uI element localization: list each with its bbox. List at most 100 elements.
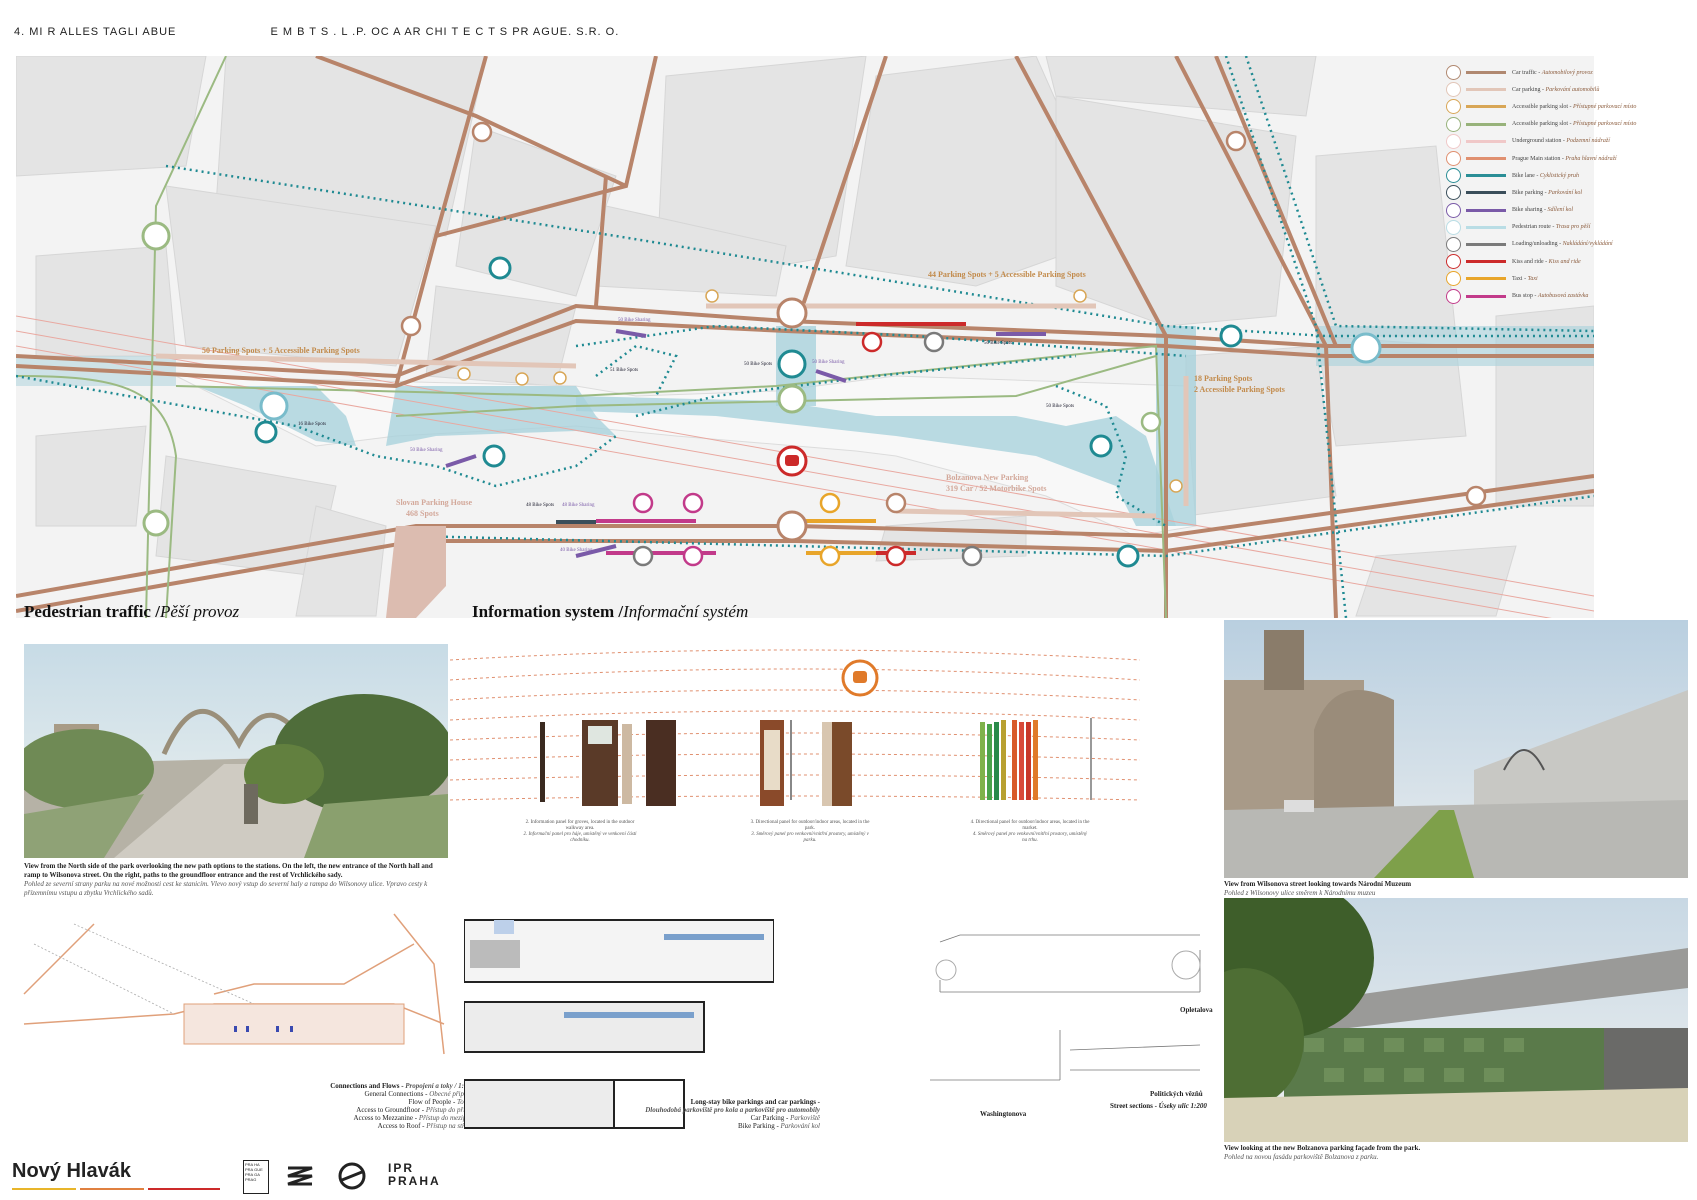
north-park-caption-cz: Pohled ze severní strany parku na nové m… bbox=[24, 880, 428, 897]
brand-line-red bbox=[148, 1188, 220, 1190]
taxi-icon bbox=[1446, 271, 1461, 287]
legend-row: Loading/unloading - Nakládání/vykládání bbox=[1446, 236, 1613, 253]
slovan-label-1: Slovan Parking House bbox=[396, 498, 473, 507]
connections-caption: Connections and Flows - Propojení a toky… bbox=[250, 1082, 478, 1130]
bolzanova-caption: View looking at the new Bolzanova parkin… bbox=[1224, 1144, 1688, 1162]
metro-icon bbox=[1446, 133, 1461, 149]
chevron-logo-icon bbox=[286, 1164, 314, 1188]
map-drawing bbox=[16, 56, 1594, 618]
legend-label: Car traffic - Automobilový provoz bbox=[1512, 69, 1593, 76]
kiss-ride-icon bbox=[1446, 254, 1461, 270]
plan-level-2 bbox=[463, 1001, 705, 1053]
legend-row: Taxi - Taxi bbox=[1446, 270, 1596, 287]
bolzanova-label-2: 319 Car / 52 Motorbike Spots bbox=[946, 484, 1047, 493]
bike-sharing-1: 50 Bike Sharing bbox=[618, 318, 651, 323]
brand-line-yellow bbox=[12, 1188, 76, 1190]
legend-label: Taxi - Taxi bbox=[1512, 275, 1538, 282]
slovan-label-2: 468 Spots bbox=[406, 509, 439, 518]
legend-row: Underground station - Podzemní nádraží bbox=[1446, 133, 1610, 150]
west-parking-label: 50 Parking Spots + 5 Accessible Parking … bbox=[202, 346, 360, 355]
legend-row: Pedestrian route - Trasa pro pěší bbox=[1446, 219, 1596, 236]
map-legend: Car traffic - Automobilový provoz Car par… bbox=[1446, 64, 1636, 305]
parking-icon bbox=[1446, 82, 1461, 98]
legend-swatch bbox=[1466, 225, 1506, 229]
header-left: 4. MI R ALLES TAGLI ABUE bbox=[14, 26, 177, 38]
legend-swatch bbox=[1466, 191, 1506, 195]
legend-row: Bike sharing - Sdílení kol bbox=[1446, 202, 1596, 219]
sign-caption-1: 2. Information panel for groves, located… bbox=[523, 820, 637, 843]
legend-swatch bbox=[1466, 139, 1506, 143]
bike-spots-16: 16 Bike Spots bbox=[298, 422, 327, 427]
bike-sharing-icon bbox=[1446, 202, 1461, 218]
connections-diagram bbox=[14, 904, 454, 1064]
header: 4. MI R ALLES TAGLI ABUE E M B T S . L .… bbox=[14, 26, 619, 38]
bike-sharing-2: 50 Bike Sharing bbox=[812, 360, 845, 365]
ipr-praha-logo: IPR PRAHA bbox=[388, 1161, 441, 1188]
legend-swatch bbox=[1466, 294, 1506, 298]
sign-group-1 bbox=[540, 720, 676, 806]
pedestrian-title-cz: Pěší provoz bbox=[159, 602, 240, 621]
connections-row: General Connections - Obecné připojení bbox=[364, 1090, 478, 1098]
bike-spots-51: 51 Bike Spots bbox=[610, 368, 639, 373]
parkings-caption: Long-stay bike parkings and car parkings… bbox=[645, 1098, 820, 1130]
train-icon bbox=[1446, 151, 1461, 167]
legend-swatch bbox=[1466, 208, 1506, 212]
legend-label: Car parking - Parkování automobilů bbox=[1512, 86, 1600, 93]
bus-icon bbox=[1446, 288, 1461, 304]
bike-spots-50b: 50 Bike Spots bbox=[1046, 404, 1075, 409]
wheelchair-icon bbox=[1446, 116, 1461, 132]
north-park-render bbox=[24, 644, 448, 858]
wilsonova-caption: View from Wilsonova street looking towar… bbox=[1224, 880, 1688, 898]
info-title-en: Information system / bbox=[472, 602, 624, 621]
bolzanova-caption-cz: Pohled na novou fasádu parkoviště Bolzan… bbox=[1224, 1153, 1379, 1161]
signage-drawing bbox=[449, 649, 1141, 806]
legend-swatch bbox=[1466, 157, 1506, 161]
wilsonova-caption-en: View from Wilsonova street looking towar… bbox=[1224, 880, 1412, 888]
bike-parking-icon bbox=[1446, 185, 1461, 201]
legend-label: Bike parking - Parkování kol bbox=[1512, 189, 1582, 196]
legend-label: Accessible parking slot - Přístupné park… bbox=[1512, 103, 1637, 110]
bolzanova-caption-en: View looking at the new Bolzanova parkin… bbox=[1224, 1144, 1421, 1152]
railway-logo-icon bbox=[338, 1162, 366, 1190]
bike-sharing-5: 40 Bike Sharing bbox=[560, 548, 593, 553]
brand-logo: Nový Hlavák bbox=[12, 1160, 131, 1182]
legend-swatch bbox=[1466, 71, 1506, 75]
info-section-title: Information system /Informační systém bbox=[472, 602, 748, 622]
bike-spots-48: 48 Bike Spots bbox=[526, 503, 555, 508]
pedestrian-title-en: Pedestrian traffic / bbox=[24, 602, 160, 621]
legend-row: Bus stop - Autobusová zastávka bbox=[1446, 287, 1596, 304]
connections-row: Access to Groundfloor - Přístup do příze… bbox=[356, 1106, 478, 1114]
wilsonova-render bbox=[1224, 620, 1688, 878]
legend-swatch bbox=[1466, 105, 1506, 109]
bolzanova-render bbox=[1224, 898, 1688, 1142]
legend-label: Kiss and ride - Kiss and ride bbox=[1512, 258, 1581, 265]
legend-label: Bike sharing - Sdílení kol bbox=[1512, 207, 1573, 214]
legend-row: Kiss and ride - Kiss and ride bbox=[1446, 253, 1596, 270]
plan-level-1 bbox=[463, 919, 775, 983]
legend-label: Bus stop - Autobusová zastávka bbox=[1512, 293, 1589, 300]
north-parking-label: 44 Parking Spots + 5 Accessible Parking … bbox=[928, 270, 1086, 279]
pedestrian-icon bbox=[1446, 219, 1461, 235]
legend-label: Prague Main station - Praha hlavní nádra… bbox=[1512, 155, 1617, 162]
wheelchair-icon bbox=[1446, 99, 1461, 115]
legend-swatch bbox=[1466, 174, 1506, 178]
east-parking-label-1: 18 Parking Spots bbox=[1194, 374, 1253, 383]
street-sections-title: Street sections - Úseky ulic 1:200 bbox=[1110, 1102, 1207, 1110]
sign-caption-2: 3. Directional panel for outdoor/indoor … bbox=[750, 820, 870, 843]
connections-row: Access to Roof - Přístup na střechu bbox=[377, 1122, 478, 1130]
bike-icon bbox=[1446, 168, 1461, 184]
info-title-cz: Informační systém bbox=[623, 602, 749, 621]
bike-sharing-4: 48 Bike Sharing bbox=[562, 503, 595, 508]
car-icon bbox=[1446, 65, 1461, 81]
loading-icon bbox=[1446, 236, 1461, 252]
legend-row: Accessible parking slot - Přístupné park… bbox=[1446, 98, 1636, 115]
legend-label: Underground station - Podzemní nádraží bbox=[1512, 138, 1610, 145]
washingtonova-label: Washingtonova bbox=[980, 1110, 1027, 1118]
legend-row: Prague Main station - Praha hlavní nádra… bbox=[1446, 150, 1617, 167]
opletalova-label: Opletalova bbox=[1180, 1006, 1213, 1014]
train-station-icon bbox=[776, 445, 808, 477]
legend-swatch bbox=[1466, 242, 1506, 246]
legend-swatch bbox=[1466, 88, 1506, 92]
header-right: E M B T S . L .P. OC A AR CHI T E C T S … bbox=[270, 26, 620, 38]
east-parking-label-2: 2 Accessible Parking Spots bbox=[1194, 385, 1285, 394]
